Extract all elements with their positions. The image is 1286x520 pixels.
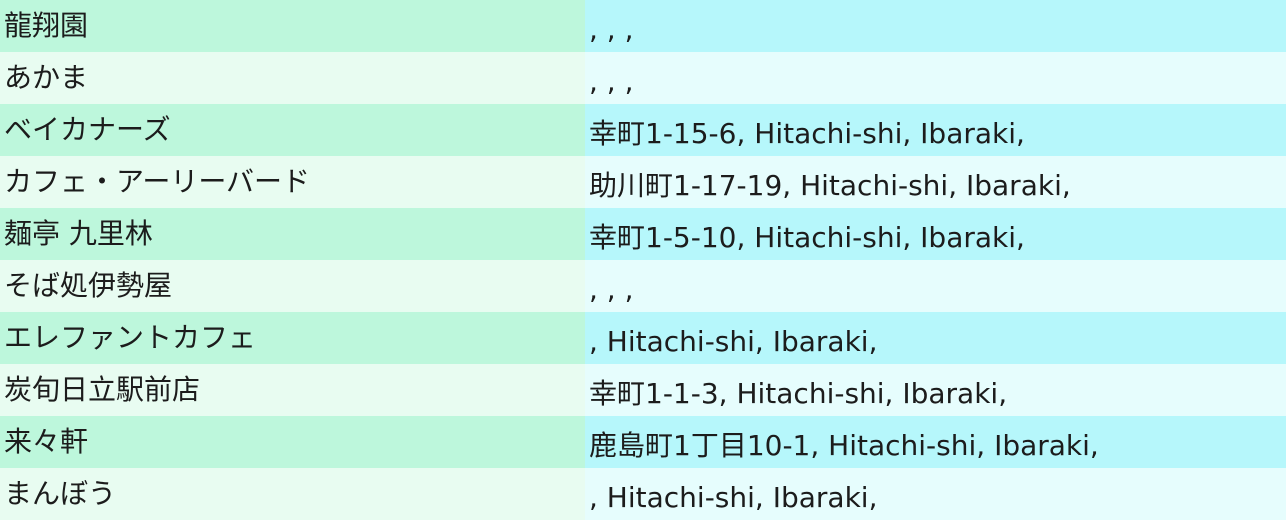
table-row: そば処伊勢屋 , , ,: [0, 260, 1286, 312]
restaurant-name: 来々軒: [0, 416, 585, 468]
table-row: 来々軒 鹿島町1丁目10-1, Hitachi-shi, Ibaraki,: [0, 416, 1286, 468]
restaurant-address: 鹿島町1丁目10-1, Hitachi-shi, Ibaraki,: [585, 416, 1286, 468]
table-row: 龍翔園 , , ,: [0, 0, 1286, 52]
restaurant-address: , , ,: [585, 0, 1286, 52]
table-row: あかま , , ,: [0, 52, 1286, 104]
table-row: ベイカナーズ 幸町1-15-6, Hitachi-shi, Ibaraki,: [0, 104, 1286, 156]
restaurant-table: 龍翔園 , , , あかま , , , ベイカナーズ 幸町1-15-6, Hit…: [0, 0, 1286, 520]
restaurant-address: , Hitachi-shi, Ibaraki,: [585, 468, 1286, 520]
restaurant-name: 麺亭 九里林: [0, 208, 585, 260]
restaurant-name: ベイカナーズ: [0, 104, 585, 156]
restaurant-address: , , ,: [585, 52, 1286, 104]
restaurant-name: あかま: [0, 52, 585, 104]
restaurant-name: そば処伊勢屋: [0, 260, 585, 312]
restaurant-name: エレファントカフェ: [0, 312, 585, 364]
table-row: エレファントカフェ , Hitachi-shi, Ibaraki,: [0, 312, 1286, 364]
table-row: まんぼう , Hitachi-shi, Ibaraki,: [0, 468, 1286, 520]
restaurant-name: 炭旬日立駅前店: [0, 364, 585, 416]
restaurant-address: , , ,: [585, 260, 1286, 312]
table-row: カフェ・アーリーバード 助川町1-17-19, Hitachi-shi, Iba…: [0, 156, 1286, 208]
restaurant-address: 幸町1-15-6, Hitachi-shi, Ibaraki,: [585, 104, 1286, 156]
table-row: 麺亭 九里林 幸町1-5-10, Hitachi-shi, Ibaraki,: [0, 208, 1286, 260]
restaurant-name: カフェ・アーリーバード: [0, 156, 585, 208]
restaurant-address: 幸町1-1-3, Hitachi-shi, Ibaraki,: [585, 364, 1286, 416]
restaurant-name: 龍翔園: [0, 0, 585, 52]
restaurant-address: , Hitachi-shi, Ibaraki,: [585, 312, 1286, 364]
table-row: 炭旬日立駅前店 幸町1-1-3, Hitachi-shi, Ibaraki,: [0, 364, 1286, 416]
restaurant-address: 助川町1-17-19, Hitachi-shi, Ibaraki,: [585, 156, 1286, 208]
restaurant-name: まんぼう: [0, 468, 585, 520]
restaurant-address: 幸町1-5-10, Hitachi-shi, Ibaraki,: [585, 208, 1286, 260]
